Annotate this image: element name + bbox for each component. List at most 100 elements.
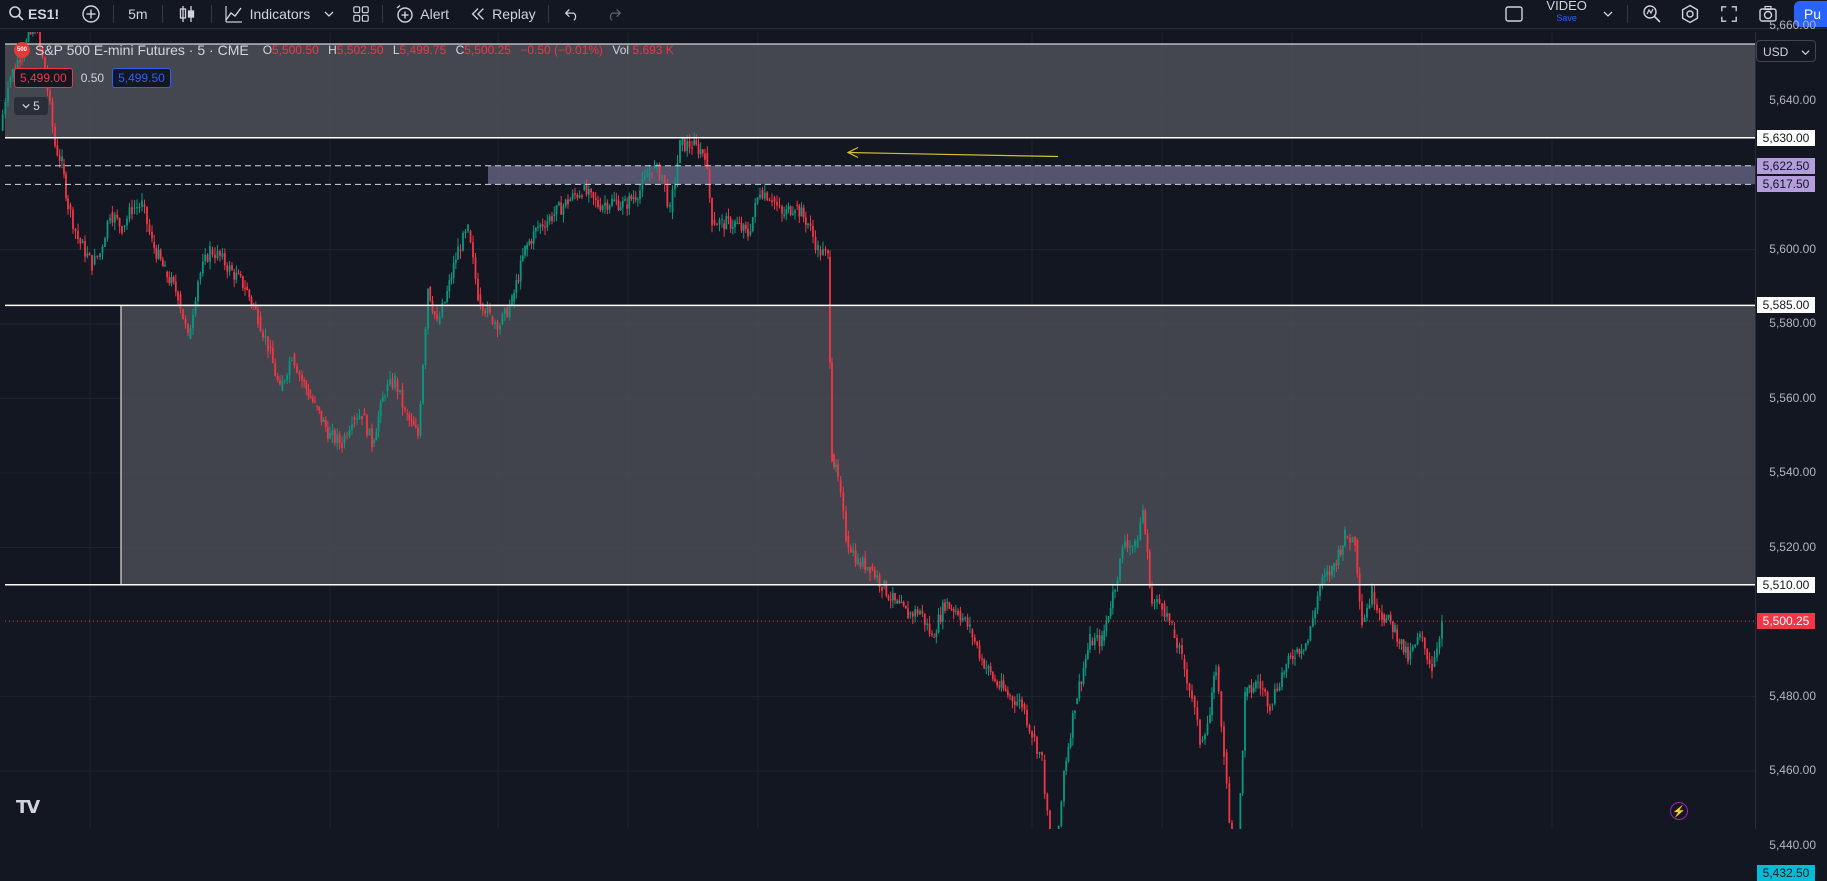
- candle-body: [1296, 649, 1298, 652]
- candle-body: [1021, 700, 1023, 708]
- alert-button[interactable]: Alert: [385, 0, 459, 28]
- candle-body: [815, 237, 817, 250]
- candle-body: [1331, 566, 1333, 576]
- candle-body: [1036, 737, 1038, 754]
- price-tick-label: 5,480.00: [1769, 689, 1816, 703]
- candle-body: [56, 145, 58, 155]
- symbol-legend[interactable]: 500 S&P 500 E-mini Futures · 5 · CME O5,…: [14, 42, 680, 58]
- undo-icon: [563, 5, 581, 23]
- chevron-down-icon: [1801, 48, 1810, 57]
- layout-button[interactable]: [342, 0, 380, 28]
- candle-body: [990, 666, 992, 672]
- candle-body: [7, 88, 9, 102]
- candle-body: [743, 225, 745, 231]
- candle-body: [967, 617, 969, 626]
- candle-body: [1324, 575, 1326, 577]
- candle-body: [633, 197, 635, 199]
- candle-body: [1228, 783, 1230, 822]
- layout-menu-button[interactable]: [1595, 0, 1625, 28]
- candle-body: [781, 206, 783, 213]
- candle-body: [282, 381, 284, 391]
- candle-body: [741, 223, 743, 231]
- candle-body: [946, 602, 948, 603]
- currency-selector[interactable]: USD: [1756, 40, 1816, 62]
- candle-body: [406, 413, 408, 414]
- indicators-button[interactable]: Indicators: [214, 0, 317, 28]
- price-axis[interactable]: 5,680.005,660.005,640.005,600.005,580.00…: [1755, 32, 1827, 829]
- candle-body: [1310, 626, 1312, 640]
- lightning-icon[interactable]: ⚡: [1670, 802, 1688, 820]
- candle-body: [1366, 608, 1368, 618]
- candle-body: [702, 149, 704, 153]
- chart-type-button[interactable]: [165, 0, 209, 28]
- candle-body: [679, 140, 681, 163]
- candle-body: [810, 223, 812, 225]
- candle-body: [542, 224, 544, 226]
- undo-button[interactable]: [551, 0, 593, 28]
- candle-body: [265, 336, 267, 337]
- candle-body: [279, 380, 281, 384]
- tradingview-logo[interactable]: TV: [16, 797, 38, 818]
- compare-button[interactable]: [67, 0, 111, 28]
- candle-body: [1149, 552, 1151, 587]
- candle-body: [1283, 673, 1285, 674]
- redo-button[interactable]: [593, 0, 635, 28]
- candle-body: [149, 224, 151, 232]
- price-chart[interactable]: [0, 32, 1755, 829]
- candle-body: [1383, 615, 1385, 623]
- candle-body: [1009, 695, 1011, 696]
- replay-label: Replay: [492, 6, 536, 22]
- candle-body: [1164, 603, 1166, 617]
- symbol-search[interactable]: ES1!: [0, 0, 67, 28]
- replay-button[interactable]: Replay: [459, 0, 546, 28]
- buy-button[interactable]: 5,499.50: [112, 68, 171, 88]
- candle-body: [1303, 650, 1305, 651]
- candle-body: [905, 606, 907, 609]
- add-circle-icon: [81, 4, 101, 24]
- candle-body: [1262, 688, 1264, 689]
- candle-body: [1242, 751, 1244, 794]
- price-level-tag: 5,617.50: [1757, 176, 1815, 192]
- candle-body: [933, 637, 935, 638]
- candle-body: [522, 256, 524, 261]
- fullscreen-button[interactable]: [1710, 0, 1748, 28]
- candle-body: [294, 354, 296, 366]
- candle-body: [472, 242, 474, 257]
- candle-body: [402, 390, 404, 408]
- candle-body: [284, 380, 286, 381]
- interval-button[interactable]: 5m: [116, 0, 159, 28]
- candle-body: [168, 277, 170, 283]
- quick-search-button[interactable]: [1630, 0, 1670, 28]
- candle-body: [369, 428, 371, 435]
- candle-body: [77, 231, 79, 239]
- candle-body: [535, 228, 537, 231]
- candle-body: [929, 624, 931, 634]
- candle-body: [72, 210, 74, 229]
- candle-body: [850, 547, 852, 552]
- candle-body: [312, 398, 314, 402]
- candle-body: [30, 32, 32, 34]
- candle-body: [1094, 638, 1096, 646]
- price-level-tag: 5,630.00: [1757, 130, 1815, 146]
- candle-body: [628, 196, 630, 209]
- candle-body: [988, 666, 990, 668]
- multi-chart-checkbox[interactable]: [1490, 0, 1538, 28]
- candle-body: [785, 209, 787, 214]
- candle-body: [1253, 688, 1255, 692]
- indicator-templates-button[interactable]: [316, 0, 342, 28]
- candle-body: [666, 184, 668, 206]
- candle-body: [539, 224, 541, 227]
- candle-body: [951, 609, 953, 610]
- candle-body: [1410, 650, 1412, 659]
- settings-button[interactable]: [1670, 0, 1710, 28]
- sell-button[interactable]: 5,499.00: [14, 68, 73, 88]
- candle-body: [790, 206, 792, 214]
- close-value: 5,500.25: [464, 43, 511, 57]
- candles-icon: [177, 4, 197, 24]
- candle-body: [776, 202, 778, 206]
- layout-name-button[interactable]: VIDEO Save: [1538, 0, 1594, 28]
- candle-body: [919, 611, 921, 614]
- indicators-collapse-button[interactable]: 5: [14, 97, 48, 115]
- candle-body: [91, 255, 93, 271]
- price-level-tag: 5,510.00: [1757, 577, 1815, 593]
